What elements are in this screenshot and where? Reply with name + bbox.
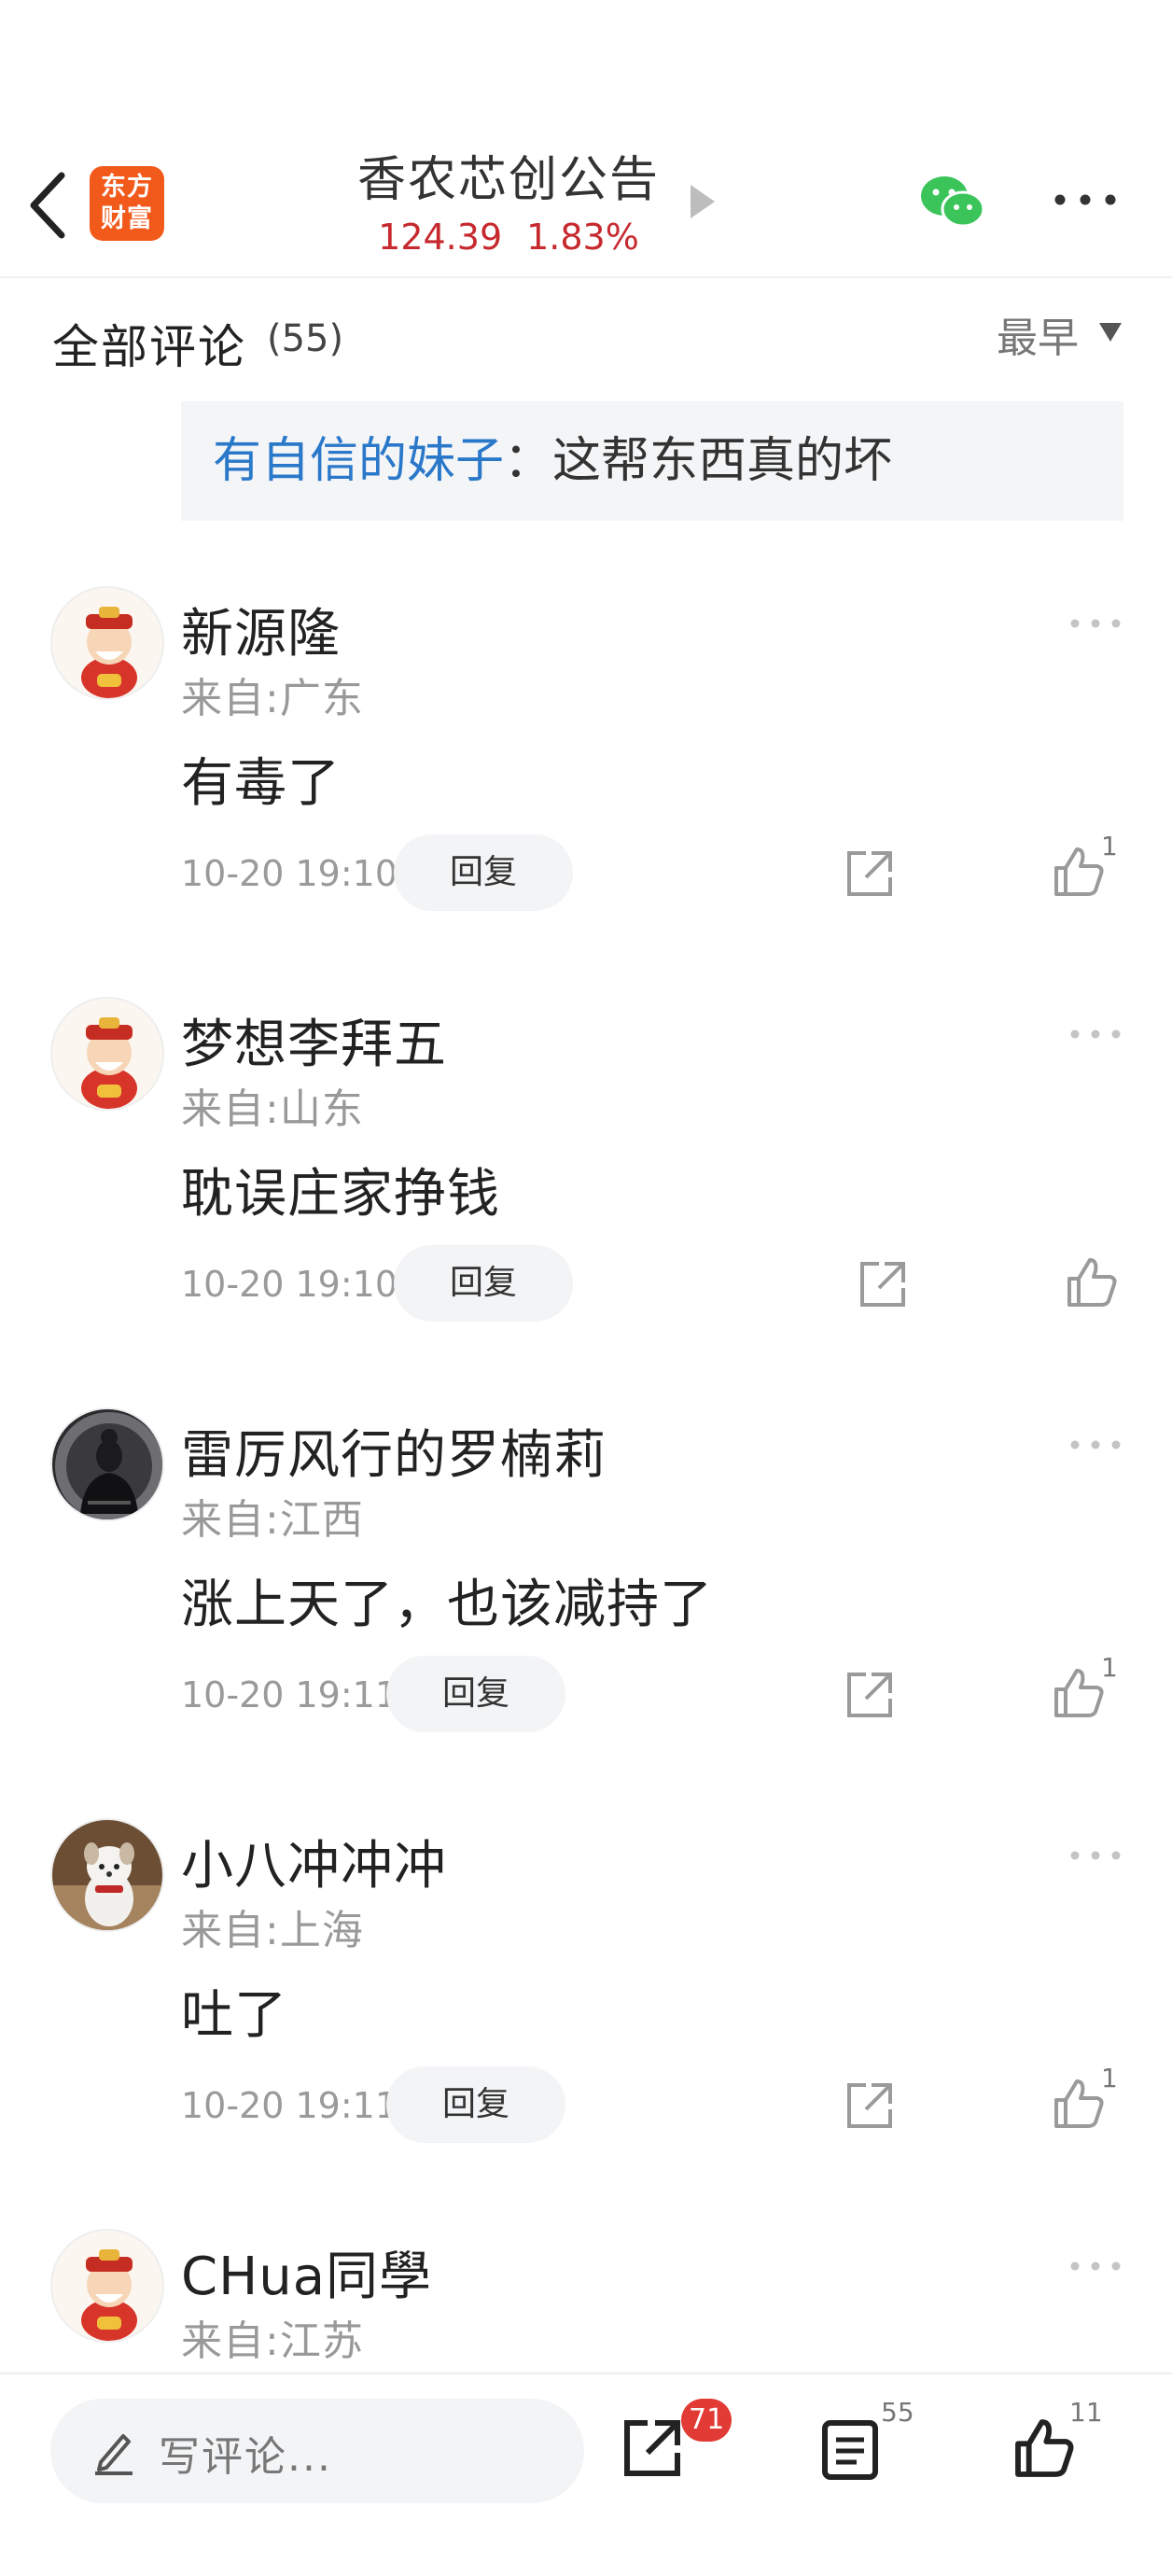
comments-count: (55) <box>267 317 344 360</box>
stock-quote: 124.39 1.83% <box>308 213 709 261</box>
comment-item: 梦想李拜五 来自:山东 耽误庄家挣钱 10-20 19:10 回复 <box>0 997 1172 1407</box>
caishen-avatar-icon <box>52 999 162 1109</box>
reply-button[interactable]: 回复 <box>394 1245 573 1322</box>
share-icon[interactable] <box>857 1258 909 1310</box>
comment-username[interactable]: 雷厉风行的罗楠莉 <box>181 1413 607 1489</box>
avatar[interactable] <box>50 1818 164 1932</box>
puppy-avatar-icon <box>52 1820 162 1930</box>
thumbs-up-icon[interactable] <box>1051 2076 1107 2132</box>
caret-down-icon[interactable] <box>1099 323 1122 342</box>
caishen-avatar-icon <box>52 2231 162 2341</box>
more-options-icon[interactable] <box>1069 1846 1122 1865</box>
comment-item: 新源隆 来自:广东 有毒了 10-20 19:10 回复 1 <box>0 586 1172 997</box>
comment-location: 来自:江苏 <box>181 2317 364 2365</box>
thumbs-up-icon[interactable] <box>1051 844 1107 900</box>
sort-dropdown[interactable]: 最早 <box>997 304 1079 362</box>
reply-button[interactable]: 回复 <box>386 2066 565 2143</box>
comment-input[interactable]: 写评论... <box>50 2399 584 2503</box>
more-options-icon[interactable] <box>1053 189 1118 211</box>
play-arrow-icon[interactable] <box>691 185 715 218</box>
avatar[interactable] <box>50 997 164 1111</box>
share-icon[interactable] <box>620 2415 685 2481</box>
reply-button[interactable]: 回复 <box>394 834 573 911</box>
comment-username[interactable]: 新源隆 <box>181 592 341 667</box>
share-icon[interactable] <box>844 2079 896 2132</box>
wechat-share-icon[interactable] <box>918 174 985 230</box>
top-nav-bar: 东方 财富 香农芯创公告 124.39 1.83% <box>0 0 1172 278</box>
stock-price: 124.39 <box>378 217 503 258</box>
comment-time: 10-20 19:11 <box>181 1674 398 1715</box>
caishen-avatar-icon <box>52 588 162 698</box>
thumbs-up-icon[interactable] <box>1051 1665 1107 1721</box>
comment-username[interactable]: CHua同學 <box>181 2234 432 2310</box>
comment-location: 来自:江西 <box>181 1496 364 1544</box>
share-count-badge: 71 <box>681 2399 732 2442</box>
more-options-icon[interactable] <box>1069 2257 1122 2275</box>
comment-username[interactable]: 梦想李拜五 <box>181 1002 447 1078</box>
thumbs-up-icon[interactable] <box>1064 1254 1120 1310</box>
comment-time: 10-20 19:10 <box>181 1264 398 1305</box>
bottom-action-bar: 写评论... 71 55 11 <box>0 2373 1172 2576</box>
avatar[interactable] <box>50 586 164 700</box>
quoted-text: ：这帮东西真的坏 <box>504 433 893 489</box>
comment-list-icon[interactable] <box>821 2419 879 2481</box>
all-comments-title: 全部评论 <box>52 320 246 374</box>
like-count: 1 <box>1101 1652 1118 1683</box>
reply-button[interactable]: 回复 <box>386 1656 565 1732</box>
comment-text: 有毒了 <box>181 753 341 814</box>
page-title: 香农芯创公告 <box>356 152 660 208</box>
comment-item: CHua同學 来自:江苏 <box>0 2229 1172 2373</box>
comment-item: 小八冲冲冲 来自:上海 吐了 10-20 19:11 回复 1 <box>0 1818 1172 2229</box>
comment-time: 10-20 19:11 <box>181 2085 398 2126</box>
share-icon[interactable] <box>844 847 896 900</box>
avatar[interactable] <box>50 1407 164 1521</box>
share-icon[interactable] <box>844 1669 896 1721</box>
like-count: 11 <box>1069 2397 1103 2428</box>
like-count: 1 <box>1101 831 1118 861</box>
comment-count: 55 <box>881 2397 914 2428</box>
logo-text-line2: 财富 <box>101 204 153 233</box>
back-arrow-icon[interactable] <box>24 168 73 243</box>
comment-location: 来自:广东 <box>181 675 364 722</box>
avatar[interactable] <box>50 2229 164 2343</box>
comment-username[interactable]: 小八冲冲冲 <box>181 1824 447 1899</box>
comment-item: 雷厉风行的罗楠莉 来自:江西 涨上天了，也该减持了 10-20 19:11 回复… <box>0 1407 1172 1818</box>
comment-text: 吐了 <box>181 1985 287 2046</box>
more-options-icon[interactable] <box>1069 1435 1122 1454</box>
more-options-icon[interactable] <box>1069 614 1122 633</box>
buddha-statue-avatar-icon <box>52 1409 162 1519</box>
like-count: 1 <box>1101 2063 1118 2093</box>
comment-placeholder: 写评论... <box>159 2433 332 2481</box>
comment-text: 耽误庄家挣钱 <box>181 1164 500 1225</box>
eastmoney-logo: 东方 财富 <box>90 166 164 241</box>
comment-location: 来自:上海 <box>181 1907 364 1954</box>
quoted-post[interactable]: 有自信的妹子：这帮东西真的坏 <box>181 401 1123 521</box>
more-options-icon[interactable] <box>1069 1025 1122 1043</box>
comment-location: 来自:山东 <box>181 1085 364 1133</box>
logo-text-line1: 东方 <box>101 173 153 202</box>
comment-time: 10-20 19:10 <box>181 853 398 894</box>
thumbs-up-icon[interactable] <box>1012 2415 1077 2481</box>
stock-change: 1.83% <box>526 217 639 258</box>
comment-text: 涨上天了，也该减持了 <box>181 1575 713 1635</box>
stock-title-block[interactable]: 香农芯创公告 124.39 1.83% <box>308 147 709 261</box>
pencil-icon <box>95 2434 133 2475</box>
quoted-username[interactable]: 有自信的妹子 <box>213 433 504 489</box>
